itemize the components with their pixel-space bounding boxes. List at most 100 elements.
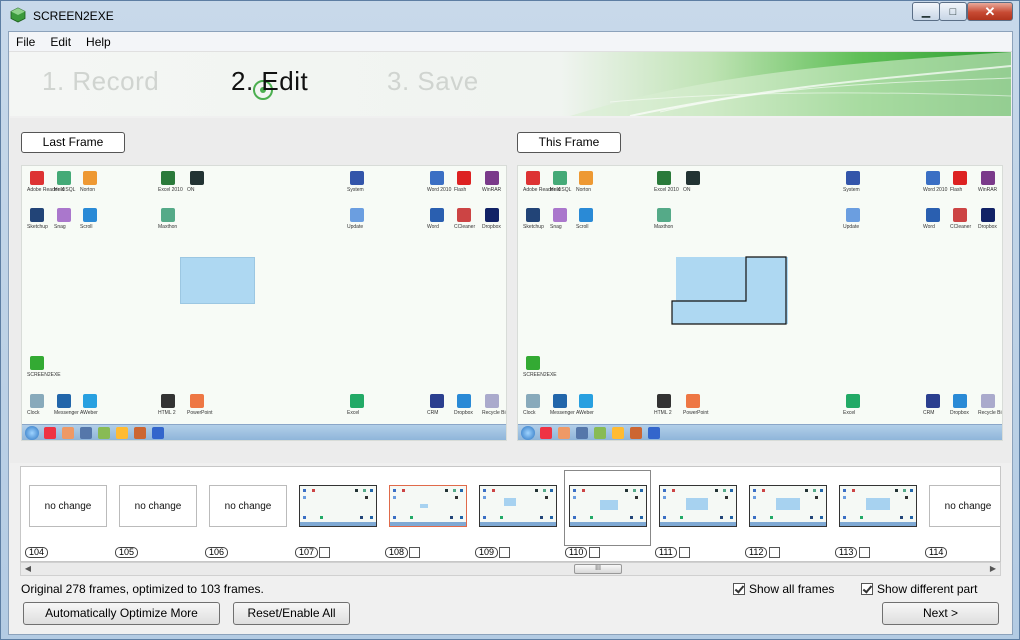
- thumbnail-desktop-icon: [663, 496, 666, 499]
- desktop-shortcut-label: Norton: [80, 187, 96, 193]
- thumbnail-desktop-icon: [445, 489, 448, 492]
- thumbnail-desktop-icon: [483, 496, 486, 499]
- thumbnail-desktop-icon: [450, 516, 453, 519]
- desktop-shortcut-icon: [430, 171, 444, 185]
- thumbnail-desktop-icon: [753, 489, 756, 492]
- changed-region-outline: [671, 256, 788, 325]
- frame-enable-checkbox[interactable]: [409, 547, 420, 558]
- desktop-shortcut-icon: [190, 171, 204, 185]
- desktop-shortcut-icon: [161, 171, 175, 185]
- show-all-frames-checkbox[interactable]: [733, 583, 745, 595]
- frame-enable-checkbox[interactable]: [319, 547, 330, 558]
- start-icon: [521, 426, 535, 440]
- desktop-shortcut-label: ON: [187, 187, 195, 193]
- thumbnail-desktop-icon: [303, 516, 306, 519]
- show-all-frames-option[interactable]: Show all frames: [733, 582, 834, 596]
- banner-decoration: [253, 52, 1011, 116]
- menu-help[interactable]: Help: [79, 32, 119, 52]
- thumbnail-desktop-icon: [543, 489, 546, 492]
- thumbnail-desktop-icon: [320, 516, 323, 519]
- desktop-shortcut-icon: [161, 208, 175, 222]
- title-bar[interactable]: SCREEN2EXE ▁ □ ✕: [1, 1, 1019, 31]
- reset-enable-all-button[interactable]: Reset/Enable All: [233, 602, 350, 625]
- desktop-shortcut-label: WinRAR: [482, 187, 502, 193]
- frame-thumbnail[interactable]: no change: [29, 485, 107, 527]
- frame-number: 106: [205, 547, 229, 558]
- taskbar-app-icon: [98, 427, 110, 439]
- frame-enable-checkbox[interactable]: [769, 547, 780, 558]
- frame-thumbnail[interactable]: [389, 485, 467, 527]
- frame-enable-checkbox[interactable]: [679, 547, 690, 558]
- this-frame-preview: Recycle Bin Dropbox CRM Excel PowerPoint HTML…: [517, 165, 1003, 441]
- thumbnail-changed-region: [776, 498, 800, 510]
- frame-thumbnail[interactable]: [479, 485, 557, 527]
- frame-thumbnail[interactable]: [839, 485, 917, 527]
- show-different-part-checkbox[interactable]: [861, 583, 873, 595]
- desktop-shortcut-icon: [83, 208, 97, 222]
- thumbnail-changed-region: [420, 504, 428, 508]
- taskbar-app-icon: [558, 427, 570, 439]
- thumbnail-desktop-icon: [545, 496, 548, 499]
- desktop-shortcut-label: Sketchup: [27, 224, 48, 230]
- thumbnail-taskbar: [390, 522, 466, 526]
- frame-thumbnail[interactable]: no change: [209, 485, 287, 527]
- thumbnail-taskbar: [660, 522, 736, 526]
- taskbar-app-icon: [134, 427, 146, 439]
- scroll-thumb[interactable]: III: [574, 564, 622, 574]
- desktop-shortcut-label: CRM: [427, 410, 439, 416]
- menu-edit[interactable]: Edit: [43, 32, 79, 52]
- show-different-part-option[interactable]: Show different part: [861, 582, 978, 596]
- this-frame-label: This Frame: [517, 132, 621, 153]
- desktop-shortcut-icon: [350, 394, 364, 408]
- frame-number: 110: [565, 547, 588, 558]
- desktop-shortcut-icon: [190, 394, 204, 408]
- minimize-button[interactable]: ▁: [912, 2, 940, 21]
- frame-thumbnail[interactable]: [659, 485, 737, 527]
- thumbnail-desktop-icon: [303, 489, 306, 492]
- scroll-right-arrow-icon[interactable]: ▶: [986, 563, 1000, 575]
- scroll-left-arrow-icon[interactable]: ◀: [21, 563, 35, 575]
- frame-strip[interactable]: no change 104 no change 105 no change 106 107 1…: [20, 466, 1001, 562]
- thumbnail-desktop-icon: [715, 489, 718, 492]
- thumbnail-desktop-icon: [365, 496, 368, 499]
- thumbnail-desktop-icon: [303, 496, 306, 499]
- thumbnail-desktop-icon: [860, 516, 863, 519]
- frame-enable-checkbox[interactable]: [589, 547, 600, 558]
- thumbnail-desktop-icon: [402, 489, 405, 492]
- desktop-shortcut-icon: [161, 394, 175, 408]
- frame-enable-checkbox[interactable]: [499, 547, 510, 558]
- thumbnail-desktop-icon: [360, 516, 363, 519]
- thumbnail-changed-region: [866, 498, 890, 510]
- thumbnail-taskbar: [750, 522, 826, 526]
- frame-thumbnail[interactable]: [749, 485, 827, 527]
- thumbnail-desktop-icon: [483, 516, 486, 519]
- preview-taskbar: [22, 424, 506, 440]
- thumbnail-desktop-icon: [363, 489, 366, 492]
- thumbnail-taskbar: [480, 522, 556, 526]
- thumbnail-desktop-icon: [910, 516, 913, 519]
- desktop-shortcut-label: CCleaner: [454, 224, 476, 230]
- step-record: 1. Record: [42, 66, 160, 96]
- thumbnail-desktop-icon: [820, 489, 823, 492]
- taskbar-app-icon: [594, 427, 606, 439]
- thumbnail-desktop-icon: [672, 489, 675, 492]
- thumbnail-desktop-icon: [312, 489, 315, 492]
- desktop-shortcut-icon: [30, 171, 44, 185]
- desktop-shortcut-icon: [430, 394, 444, 408]
- auto-optimize-button[interactable]: Automatically Optimize More: [23, 602, 220, 625]
- frame-strip-scrollbar[interactable]: ◀ III ▶: [20, 562, 1001, 576]
- frame-enable-checkbox[interactable]: [859, 547, 870, 558]
- thumbnail-desktop-icon: [720, 516, 723, 519]
- maximize-button[interactable]: □: [939, 2, 967, 21]
- thumbnail-desktop-icon: [460, 516, 463, 519]
- frame-thumbnail[interactable]: no change: [929, 485, 1000, 527]
- thumbnail-desktop-icon: [753, 496, 756, 499]
- frame-thumbnail[interactable]: [299, 485, 377, 527]
- desktop-shortcut-label: Dropbox: [482, 224, 501, 230]
- next-button[interactable]: Next >: [882, 602, 999, 625]
- desktop-shortcut-label: Clock: [27, 410, 40, 416]
- frame-thumbnail[interactable]: no change: [119, 485, 197, 527]
- desktop-shortcut-icon: [457, 171, 471, 185]
- close-button[interactable]: ✕: [967, 2, 1013, 21]
- menu-file[interactable]: File: [9, 32, 43, 52]
